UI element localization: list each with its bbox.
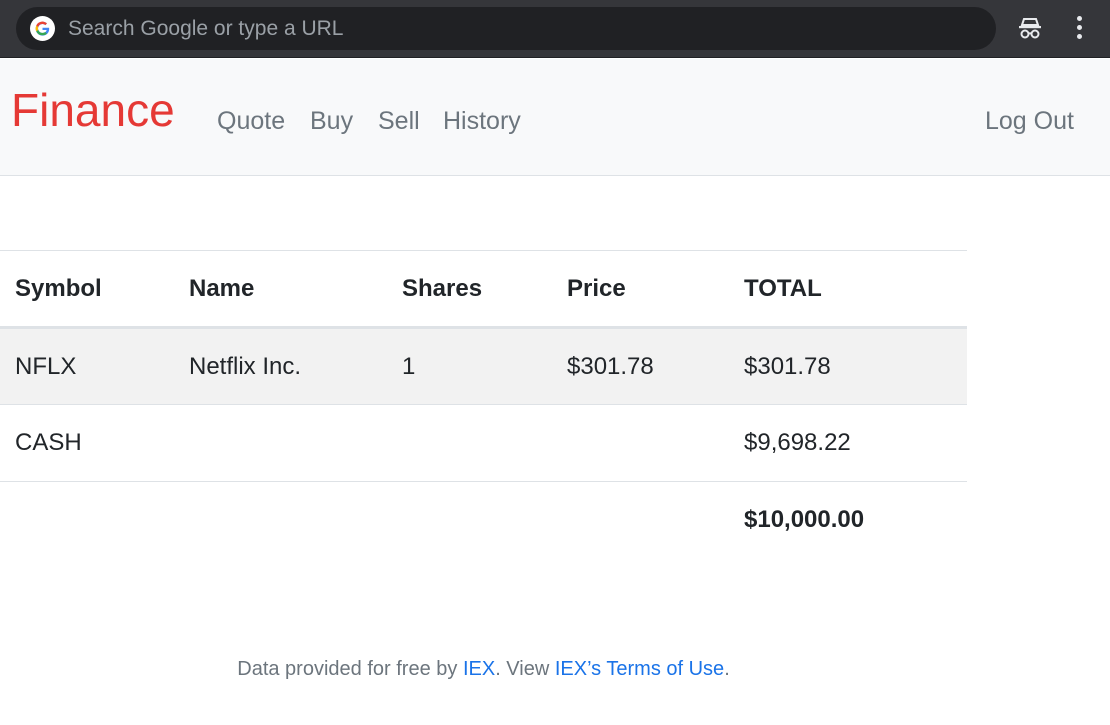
nav-quote-link[interactable]: Quote	[217, 109, 285, 134]
cell-total: $301.78	[744, 352, 831, 380]
navbar: Finance Quote Buy Sell History Log Out	[0, 59, 1110, 176]
iex-terms-link[interactable]: IEX’s Terms of Use	[555, 658, 724, 680]
header-symbol: Symbol	[0, 250, 174, 329]
incognito-icon[interactable]	[1017, 14, 1043, 42]
nav-history-link[interactable]: History	[443, 109, 521, 134]
cell-shares: 1	[402, 352, 416, 380]
logout-link[interactable]: Log Out	[985, 109, 1074, 134]
cell-price	[552, 405, 729, 482]
total-spacer	[0, 482, 729, 559]
table-row: NFLX Netflix Inc. 1 $301.78 $301.78	[0, 327, 967, 405]
cell-price: $301.78	[567, 352, 654, 380]
cell-symbol: NFLX	[15, 352, 77, 380]
header-price: Price	[552, 250, 729, 329]
footer-suffix: .	[724, 658, 730, 680]
cell-name	[174, 405, 387, 482]
address-bar-placeholder: Search Google or type a URL	[68, 17, 344, 40]
iex-link[interactable]: IEX	[463, 658, 495, 680]
header-total: TOTAL	[729, 250, 967, 329]
google-g-icon	[30, 16, 55, 41]
grand-total: $10,000.00	[744, 506, 865, 534]
header-shares: Shares	[387, 250, 552, 329]
nav-sell-link[interactable]: Sell	[378, 109, 420, 134]
table-header-row: Symbol Name Shares Price TOTAL	[0, 250, 967, 329]
kebab-menu-icon[interactable]	[1071, 16, 1087, 42]
cell-symbol: CASH	[15, 429, 82, 456]
cell-name: Netflix Inc.	[189, 352, 302, 380]
footer-attribution: Data provided for free by IEX. View IEX’…	[0, 658, 967, 681]
nav-buy-link[interactable]: Buy	[310, 109, 353, 134]
browser-toolbar: Search Google or type a URL	[0, 0, 1110, 58]
address-bar[interactable]: Search Google or type a URL	[16, 7, 996, 50]
footer-middle: . View	[495, 658, 555, 680]
cell-total: $9,698.22	[744, 429, 851, 456]
table-total-row: $10,000.00	[0, 482, 967, 559]
table-row-cash: CASH $9,698.22	[0, 405, 967, 482]
footer-prefix: Data provided for free by	[237, 658, 463, 680]
brand-logo-link[interactable]: Finance	[11, 87, 175, 133]
portfolio-table: Symbol Name Shares Price TOTAL NFLX Netf…	[0, 250, 967, 559]
header-name: Name	[174, 250, 387, 329]
cell-shares	[387, 405, 552, 482]
